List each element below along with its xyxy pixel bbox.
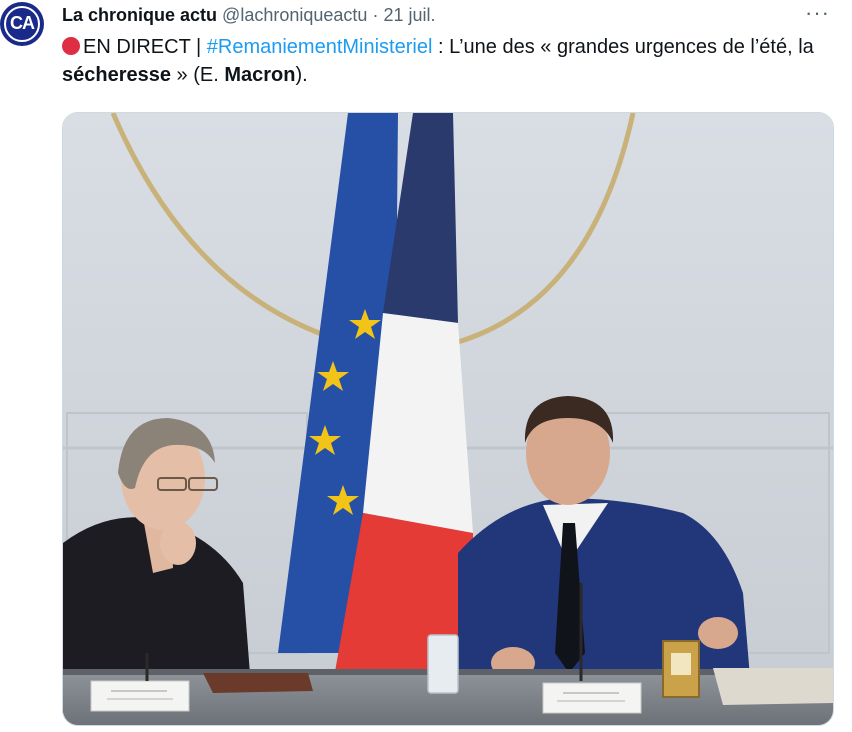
hashtag-link[interactable]: #RemaniementMinisteriel	[207, 36, 433, 58]
red-circle-icon	[62, 37, 80, 55]
tweet-date[interactable]: 21 juil.	[383, 5, 435, 25]
text-part-1: : L’une des « grandes urgences de l’été,…	[432, 36, 814, 58]
text-bold-1: sécheresse	[62, 64, 171, 86]
text-part-2: » (E.	[170, 64, 225, 86]
author-name[interactable]: La chronique actu	[62, 5, 217, 25]
tweet-text: EN DIRECT | #RemaniementMinisteriel : L’…	[62, 33, 832, 89]
avatar-monogram: CA	[10, 13, 35, 33]
photo-illustration	[63, 113, 833, 725]
name-card-right	[542, 682, 642, 714]
tweet-header: La chronique actu @lachroniqueactu · 21 …	[62, 3, 435, 27]
tweet-photo[interactable]	[62, 112, 834, 726]
author-handle[interactable]: @lachroniqueactu	[222, 5, 367, 25]
live-prefix: EN DIRECT |	[83, 36, 202, 58]
name-card-left	[90, 680, 190, 712]
text-bold-2: Macron	[224, 64, 296, 86]
header-separator: ·	[372, 5, 379, 25]
water-glass	[427, 634, 459, 694]
text-part-3: ).	[295, 64, 308, 86]
more-options-icon[interactable]: ···	[805, 0, 830, 26]
avatar[interactable]: CA	[0, 2, 44, 46]
